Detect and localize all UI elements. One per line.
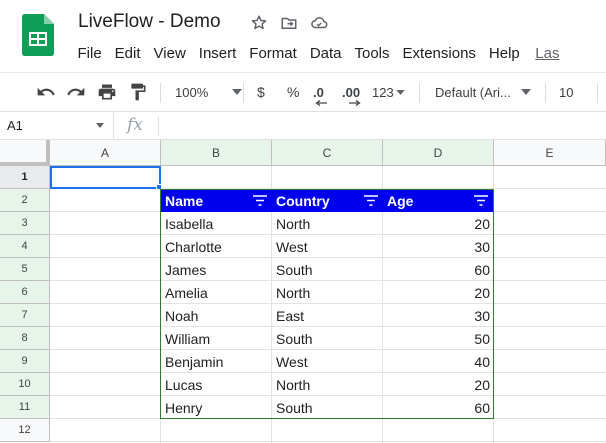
currency-format-button[interactable]: $ [257, 73, 265, 111]
paint-format-icon[interactable] [128, 73, 148, 111]
toolbar-divider [419, 83, 420, 103]
toolbar-divider [160, 83, 161, 103]
cell-country[interactable]: North [272, 281, 383, 304]
cell-name[interactable]: Amelia [161, 281, 272, 304]
chevron-down-icon [520, 89, 531, 95]
toolbar-divider [597, 83, 598, 103]
formula-divider [158, 116, 159, 136]
row-header-10[interactable]: 10 [0, 373, 50, 396]
menu-view[interactable]: View [147, 43, 192, 64]
cell-country[interactable]: West [272, 235, 383, 258]
row-header-4[interactable]: 4 [0, 235, 50, 258]
decrease-decimal-button[interactable]: .0 [313, 73, 327, 111]
print-icon[interactable] [97, 73, 117, 111]
undo-icon[interactable] [36, 73, 56, 111]
gridline [50, 441, 606, 442]
formula-bar: A1 fx [0, 112, 606, 140]
move-folder-icon[interactable] [278, 12, 300, 34]
cell-country[interactable]: East [272, 304, 383, 327]
cell-country[interactable]: West [272, 350, 383, 373]
filter-icon[interactable] [474, 195, 488, 206]
arrow-left-icon [315, 100, 327, 106]
toolbar: 100% $ % .0 .00 123 Default (Ari... 10 [0, 72, 606, 112]
cell-name[interactable]: Benjamin [161, 350, 272, 373]
toolbar-divider [545, 83, 546, 103]
row-header-6[interactable]: 6 [0, 281, 50, 304]
menu-file[interactable]: File [71, 43, 108, 64]
menu-bar: File Edit View Insert Format Data Tools … [71, 43, 566, 64]
cell-country[interactable]: South [272, 258, 383, 281]
fx-icon: fx [127, 115, 143, 135]
percent-format-button[interactable]: % [287, 73, 299, 111]
font-select[interactable]: Default (Ari... [435, 73, 531, 111]
chevron-down-icon [396, 89, 405, 95]
column-header-c[interactable]: C [272, 140, 383, 166]
last-edit-link[interactable]: Las [526, 43, 566, 64]
cloud-saved-icon[interactable] [308, 12, 330, 34]
menu-data[interactable]: Data [303, 43, 348, 64]
cell-name[interactable]: James [161, 258, 272, 281]
menu-tools[interactable]: Tools [348, 43, 396, 64]
cell-country[interactable]: North [272, 373, 383, 396]
menu-extensions[interactable]: Extensions [396, 43, 482, 64]
row-header-2[interactable]: 2 [0, 189, 50, 212]
decrease-decimal-label: .0 [313, 84, 324, 100]
font-size-select[interactable]: 10 [559, 73, 573, 111]
cell-name[interactable]: Charlotte [161, 235, 272, 258]
column-header-b[interactable]: B [161, 140, 272, 166]
row-header-3[interactable]: 3 [0, 212, 50, 235]
cell-country[interactable]: South [272, 327, 383, 350]
select-all-corner[interactable] [0, 140, 50, 166]
row-header-1[interactable]: 1 [0, 166, 50, 189]
cell-name[interactable]: Lucas [161, 373, 272, 396]
cell-name[interactable]: Noah [161, 304, 272, 327]
cell-age[interactable]: 30 [383, 235, 494, 258]
redo-icon[interactable] [66, 73, 86, 111]
star-icon[interactable] [248, 12, 270, 34]
row-header-5[interactable]: 5 [0, 258, 50, 281]
row-header-9[interactable]: 9 [0, 350, 50, 373]
cell-name[interactable]: William [161, 327, 272, 350]
font-value: Default (Ari... [435, 84, 511, 100]
zoom-select[interactable]: 100% [175, 73, 243, 111]
more-formats-button[interactable]: 123 [372, 73, 405, 111]
menu-format[interactable]: Format [243, 43, 304, 64]
cell-country[interactable]: North [272, 212, 383, 235]
chevron-down-icon[interactable] [96, 123, 104, 128]
column-header-a[interactable]: A [50, 140, 161, 166]
toolbar-divider [243, 83, 244, 103]
cell-age[interactable]: 40 [383, 350, 494, 373]
zoom-value: 100% [175, 84, 209, 100]
menu-edit[interactable]: Edit [108, 43, 147, 64]
sheets-logo-icon[interactable] [22, 14, 54, 56]
row-header-7[interactable]: 7 [0, 304, 50, 327]
arrow-right-icon [349, 100, 361, 106]
increase-decimal-label: .00 [342, 84, 361, 100]
cell-age[interactable]: 30 [383, 304, 494, 327]
column-header-e[interactable]: E [494, 140, 606, 166]
menu-insert[interactable]: Insert [192, 43, 243, 64]
cell-age[interactable]: 60 [383, 396, 494, 419]
cell-name[interactable]: Isabella [161, 212, 272, 235]
cell-age[interactable]: 20 [383, 281, 494, 304]
app-header: LiveFlow - Demo File Edit View Insert Fo… [0, 0, 606, 70]
row-header-11[interactable]: 11 [0, 396, 50, 419]
more-formats-label: 123 [372, 84, 394, 100]
menu-help[interactable]: Help [482, 43, 526, 64]
chevron-down-icon [232, 89, 243, 95]
cell-country[interactable]: South [272, 396, 383, 419]
row-header-12[interactable]: 12 [0, 419, 50, 442]
active-cell-a1[interactable] [50, 166, 161, 189]
cell-age[interactable]: 50 [383, 327, 494, 350]
row-header-8[interactable]: 8 [0, 327, 50, 350]
increase-decimal-button[interactable]: .00 [342, 73, 361, 111]
filter-icon[interactable] [253, 195, 267, 206]
cell-age[interactable]: 20 [383, 212, 494, 235]
cell-age[interactable]: 20 [383, 373, 494, 396]
filter-icon[interactable] [364, 195, 378, 206]
column-header-d[interactable]: D [383, 140, 494, 166]
cell-name[interactable]: Henry [161, 396, 272, 419]
cell-age[interactable]: 60 [383, 258, 494, 281]
document-title[interactable]: LiveFlow - Demo [78, 11, 221, 33]
